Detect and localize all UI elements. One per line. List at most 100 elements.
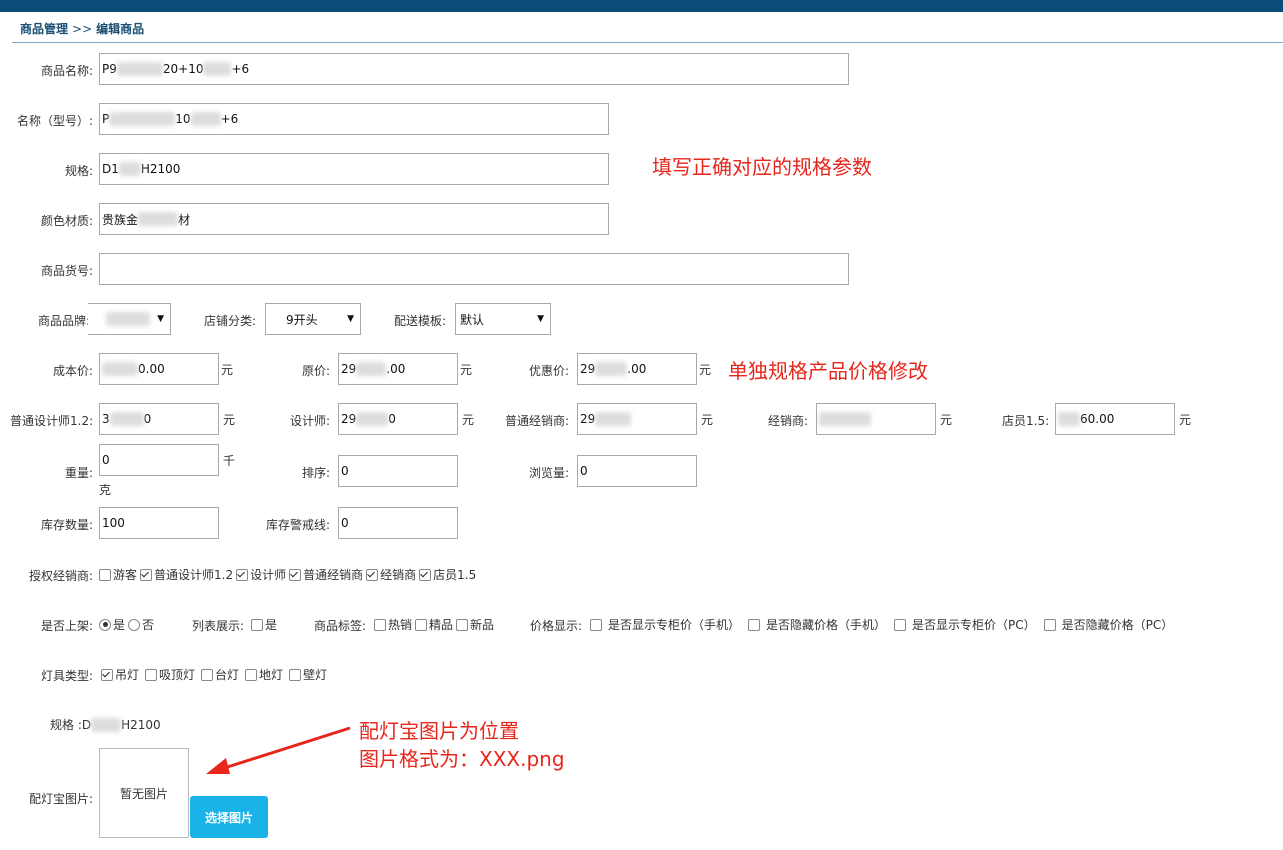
sort-label: 排序: [302,466,331,480]
price-display-label: 价格显示: [530,619,583,633]
cost-price-label: 成本价: [52,364,93,378]
delivery-label: 配送模板: [394,314,447,328]
breadcrumb-parent[interactable]: 商品管理 [20,22,68,36]
radio-icon[interactable] [128,618,141,631]
top-bar [0,0,1283,12]
dealer-normal-price-input[interactable]: 29 [577,403,697,435]
original-price-unit: 元 [460,363,473,377]
chevron-down-icon: ▼ [537,314,544,324]
price-opt-mobile-counter[interactable]: 是否显示专柜价（手机） [590,616,740,633]
cost-price-input[interactable]: 0.00 [99,353,219,385]
dealer-normal-price-unit: 元 [701,413,714,427]
material-input[interactable]: 贵族金材 [99,203,609,235]
dealer-price-input[interactable] [816,403,936,435]
lamp-option-wall[interactable]: 壁灯 [289,666,327,683]
dealer-option-dealer[interactable]: 经销商 [366,566,416,583]
stock-input[interactable]: 100 [99,507,219,539]
original-price-label: 原价: [302,364,331,378]
price-opt-pc-counter[interactable]: 是否显示专柜价（PC） [894,616,1036,633]
image-note-line-2: 图片格式为：XXX.png [359,747,565,771]
on-shelf-label: 是否上架: [40,619,93,633]
checkbox-icon[interactable] [374,618,386,631]
checkbox-icon[interactable] [99,568,111,581]
weight-unit-1: 千 [223,454,236,468]
discount-price-input[interactable]: 29.00 [577,353,697,385]
breadcrumb-current: 编辑商品 [96,22,145,36]
sku-label: 商品货号: [40,264,93,278]
shop-category-label: 店铺分类: [204,314,257,328]
designer12-price-unit: 元 [223,413,236,427]
checkbox-icon[interactable] [245,668,258,681]
dealer-option-designer12[interactable]: 普通设计师1.2 [140,566,233,583]
checkbox-icon[interactable] [748,618,761,631]
delivery-select[interactable]: 默认 ▼ [455,303,551,335]
radio-selected-icon[interactable] [99,618,111,631]
sku-input[interactable] [99,253,849,285]
dealers-label: 授权经销商: [28,569,93,583]
model-input[interactable]: P 10 +6 [99,103,609,135]
checkbox-icon[interactable] [289,668,302,681]
tag-new[interactable]: 新品 [456,616,494,633]
checkbox-checked-icon[interactable] [289,568,302,581]
spec-label: 规格: [64,164,93,178]
checkbox-checked-icon[interactable] [101,668,113,681]
checkbox-icon[interactable] [894,618,907,631]
breadcrumb-divider [12,42,1283,43]
spec-note: 填写正确对应的规格参数 [652,155,872,179]
stock-label: 库存数量: [40,518,93,532]
product-name-input[interactable]: P9 20+10 +6 [99,53,849,85]
stock-alert-input[interactable]: 0 [338,507,458,539]
sort-input[interactable]: 0 [338,455,458,487]
dealer-price-unit: 元 [940,413,953,427]
dealer-option-visitor[interactable]: 游客 [99,566,137,583]
model-label: 名称（型号）: [16,114,93,128]
checkbox-checked-icon[interactable] [236,568,249,581]
on-shelf-yes[interactable]: 是 [99,616,125,633]
arrow-icon [206,726,351,774]
choose-image-button[interactable]: 选择图片 [190,796,268,838]
on-shelf-no[interactable]: 否 [128,616,154,633]
dealer-option-clerk[interactable]: 店员1.5 [419,566,476,583]
discount-price-label: 优惠价: [529,364,570,378]
tag-fine[interactable]: 精品 [415,616,453,633]
lamp-option-table[interactable]: 台灯 [201,666,239,683]
list-display-label: 列表展示: [192,619,245,633]
weight-unit-2: 克 [99,483,112,497]
price-display-group: 是否显示专柜价（手机） 是否隐藏价格（手机） 是否显示专柜价（PC） 是否隐藏价… [590,616,1176,633]
checkbox-checked-icon[interactable] [366,568,379,581]
checkbox-icon[interactable] [251,618,263,631]
tag-hot[interactable]: 热销 [374,616,412,633]
checkbox-checked-icon[interactable] [419,568,432,581]
list-display-option[interactable]: 是 [251,616,277,633]
price-opt-pc-hide[interactable]: 是否隐藏价格（PC） [1043,616,1173,633]
weight-input[interactable]: 0 [99,444,219,476]
lamp-option-ceiling[interactable]: 吸顶灯 [145,666,195,683]
breadcrumb-separator: >> [72,22,93,36]
spec-input[interactable]: D1 H2100 [99,153,609,185]
checkbox-icon[interactable] [1043,618,1056,631]
designer-price-input[interactable]: 29 0 [338,403,458,435]
original-price-input[interactable]: 29.00 [338,353,458,385]
views-label: 浏览量: [529,466,570,480]
brand-select[interactable]: ▼ [88,303,171,335]
dealer-option-dealer-normal[interactable]: 普通经销商 [289,566,363,583]
clerk-price-input[interactable]: 60.00 [1055,403,1175,435]
checkbox-icon[interactable] [456,618,469,631]
checkbox-icon[interactable] [145,668,158,681]
price-opt-mobile-hide[interactable]: 是否隐藏价格（手机） [748,616,886,633]
designer-price-unit: 元 [462,413,475,427]
checkbox-checked-icon[interactable] [140,568,153,581]
dealer-normal-price-label: 普通经销商: [505,414,570,428]
dealer-option-designer[interactable]: 设计师 [236,566,286,583]
checkbox-icon[interactable] [590,618,602,631]
image-placeholder: 暂无图片 [99,748,189,838]
shop-category-select[interactable]: 9开头 ▼ [265,303,361,335]
designer12-price-input[interactable]: 30 [99,403,219,435]
views-input[interactable]: 0 [577,455,697,487]
checkbox-icon[interactable] [201,668,214,681]
lamp-type-group: 吊灯 吸顶灯 台灯 地灯 壁灯 [101,666,330,683]
lamp-option-floor[interactable]: 地灯 [245,666,283,683]
checkbox-icon[interactable] [415,618,428,631]
price-note: 单独规格产品价格修改 [728,359,928,383]
lamp-option-pendant[interactable]: 吊灯 [101,666,139,683]
